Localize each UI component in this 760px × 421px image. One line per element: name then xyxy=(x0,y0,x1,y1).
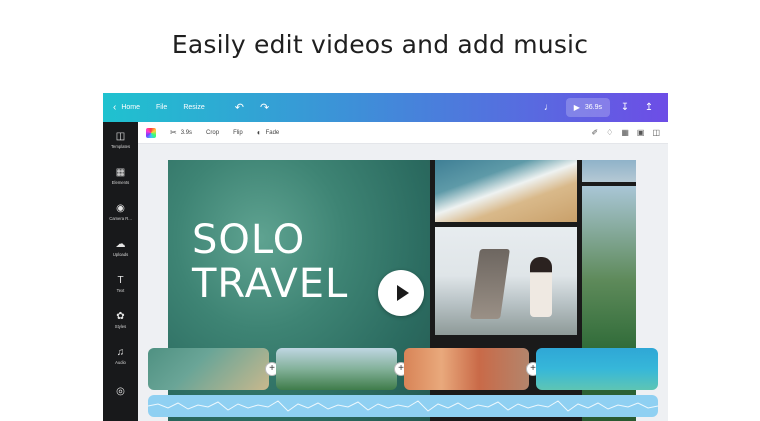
play-icon xyxy=(397,285,409,301)
lock-icon[interactable]: ▣ xyxy=(637,128,645,137)
delete-icon[interactable]: ◫ xyxy=(652,128,660,137)
templates-icon: ◫ xyxy=(115,131,126,142)
play-button[interactable] xyxy=(378,270,424,316)
elements-icon: ▦ xyxy=(115,167,126,178)
sidebar-item-label: Text xyxy=(116,288,125,293)
sidebar-item-label: Camera R... xyxy=(109,216,132,221)
present-duration: 36.9s xyxy=(584,104,602,111)
color-picker-icon[interactable] xyxy=(146,127,156,138)
sidebar-item-audio[interactable]: ♫ Audio xyxy=(103,338,138,374)
text-icon: T xyxy=(117,275,124,286)
present-button[interactable]: ▶ 36.9s xyxy=(565,98,610,117)
more-apps-icon: ◎ xyxy=(116,385,125,397)
play-icon: ▶ xyxy=(573,103,580,112)
sidebar-item-elements[interactable]: ▦ Elements xyxy=(103,158,138,194)
audio-track[interactable] xyxy=(148,395,658,417)
sidebar: ◫ Templates ▦ Elements ◉ Camera R... ☁ U… xyxy=(103,122,138,421)
audio-icon: ♫ xyxy=(116,347,125,358)
volume-icon[interactable]: ♢ xyxy=(606,128,613,137)
title-line-2: TRAVEL xyxy=(192,261,349,307)
timeline-clip-4[interactable] xyxy=(536,348,658,390)
beach-photo[interactable] xyxy=(435,160,577,222)
audio-waveform xyxy=(148,400,658,412)
sidebar-item-label: Templates xyxy=(110,144,131,149)
sidebar-item-text[interactable]: T Text xyxy=(103,266,138,302)
camera-icon: ◉ xyxy=(116,203,125,214)
fade-label: Fade xyxy=(265,129,280,136)
sidebar-item-more[interactable]: ◎ xyxy=(103,374,138,410)
sidebar-item-camera[interactable]: ◉ Camera R... xyxy=(103,194,138,230)
top-bar: ‹ Home File Resize ↶ ↷ ♩ ▶ 36.9s ↧ ↥ xyxy=(103,93,668,122)
edit-toolbar: ✂ 3.9s Crop Flip ◐ Fade ✐ ♢ ▦ ▣ ◫ xyxy=(138,122,668,144)
fade-icon: ◐ xyxy=(256,128,262,137)
nav-home[interactable]: Home xyxy=(121,104,140,111)
woman-photo[interactable] xyxy=(435,227,577,335)
headline: Easily edit videos and add music xyxy=(171,30,589,59)
flip-button[interactable]: Flip xyxy=(233,130,243,136)
brush-icon[interactable]: ✐ xyxy=(591,128,598,137)
sky-photo[interactable] xyxy=(582,160,636,182)
upload-icon: ☁ xyxy=(115,239,126,250)
download-icon[interactable]: ↧ xyxy=(616,99,634,117)
driftwood-shape xyxy=(470,249,510,319)
nav-resize[interactable]: Resize xyxy=(183,104,204,111)
split-button[interactable]: ✂ 3.9s xyxy=(170,128,192,137)
sidebar-item-styles[interactable]: ✿ Styles xyxy=(103,302,138,338)
undo-icon[interactable]: ↶ xyxy=(235,101,244,114)
voice-icon[interactable]: ♩ xyxy=(540,99,558,117)
scissors-icon: ✂ xyxy=(170,128,177,137)
fade-button[interactable]: ◐ Fade xyxy=(257,128,280,137)
timeline-clip-3[interactable] xyxy=(404,348,529,390)
nav-file[interactable]: File xyxy=(156,104,167,111)
clip-duration: 3.9s xyxy=(180,129,193,136)
timeline-clip-1[interactable] xyxy=(148,348,269,390)
sidebar-item-label: Styles xyxy=(114,324,127,329)
sidebar-item-uploads[interactable]: ☁ Uploads xyxy=(103,230,138,266)
timeline-clip-2[interactable] xyxy=(276,348,397,390)
crop-button[interactable]: Crop xyxy=(206,130,219,136)
sidebar-item-label: Uploads xyxy=(112,252,129,257)
styles-icon: ✿ xyxy=(116,311,125,322)
timeline: + + + xyxy=(148,348,658,390)
sidebar-item-templates[interactable]: ◫ Templates xyxy=(103,122,138,158)
share-icon[interactable]: ↥ xyxy=(640,99,658,117)
sidebar-item-label: Audio xyxy=(115,360,126,365)
title-text[interactable]: SOLO TRAVEL xyxy=(192,218,348,306)
redo-icon[interactable]: ↷ xyxy=(260,101,269,114)
sidebar-item-label: Elements xyxy=(111,180,130,185)
chevron-left-icon[interactable]: ‹ xyxy=(113,102,116,113)
transparency-icon[interactable]: ▦ xyxy=(621,128,629,137)
person-shape xyxy=(530,257,552,317)
title-line-1: SOLO xyxy=(192,217,306,263)
